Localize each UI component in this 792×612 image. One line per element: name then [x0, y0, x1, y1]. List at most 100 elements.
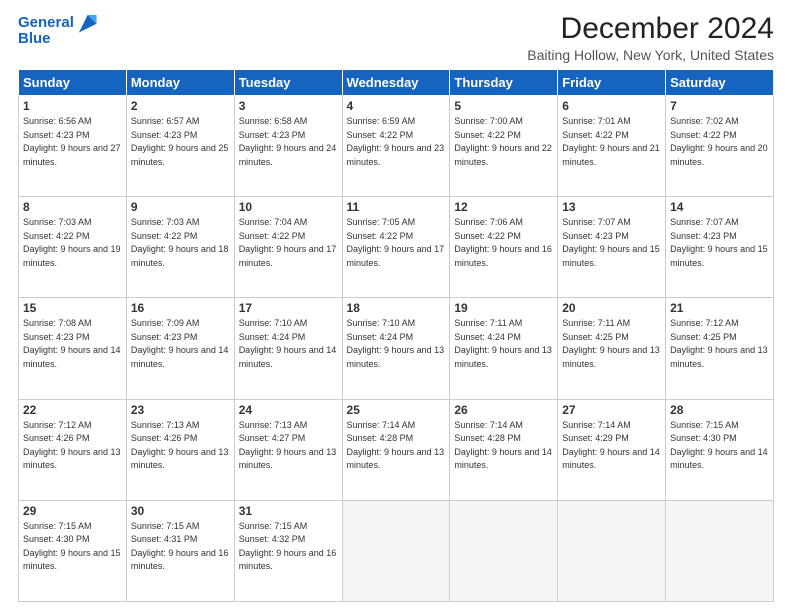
col-header-monday: Monday: [126, 70, 234, 96]
calendar-cell: 15 Sunrise: 7:08 AMSunset: 4:23 PMDayligh…: [19, 298, 127, 399]
day-info: Sunrise: 7:12 AMSunset: 4:25 PMDaylight:…: [670, 317, 769, 371]
day-info: Sunrise: 7:07 AMSunset: 4:23 PMDaylight:…: [670, 216, 769, 270]
day-info: Sunrise: 7:14 AMSunset: 4:29 PMDaylight:…: [562, 419, 661, 473]
calendar-cell: 13 Sunrise: 7:07 AMSunset: 4:23 PMDayligh…: [558, 197, 666, 298]
calendar-cell: 14 Sunrise: 7:07 AMSunset: 4:23 PMDayligh…: [666, 197, 774, 298]
day-info: Sunrise: 7:02 AMSunset: 4:22 PMDaylight:…: [670, 115, 769, 169]
day-number: 28: [670, 403, 769, 417]
calendar-cell: 16 Sunrise: 7:09 AMSunset: 4:23 PMDayligh…: [126, 298, 234, 399]
col-header-saturday: Saturday: [666, 70, 774, 96]
day-info: Sunrise: 7:14 AMSunset: 4:28 PMDaylight:…: [454, 419, 553, 473]
day-info: Sunrise: 7:10 AMSunset: 4:24 PMDaylight:…: [239, 317, 338, 371]
day-number: 17: [239, 301, 338, 315]
day-info: Sunrise: 6:59 AMSunset: 4:22 PMDaylight:…: [347, 115, 446, 169]
day-info: Sunrise: 7:15 AMSunset: 4:32 PMDaylight:…: [239, 520, 338, 574]
header: General Blue December 2024 Baiting Hollo…: [18, 12, 774, 63]
calendar-cell: 7 Sunrise: 7:02 AMSunset: 4:22 PMDaylight…: [666, 96, 774, 197]
day-number: 18: [347, 301, 446, 315]
day-number: 9: [131, 200, 230, 214]
calendar-cell: 23 Sunrise: 7:13 AMSunset: 4:26 PMDayligh…: [126, 399, 234, 500]
day-number: 4: [347, 99, 446, 113]
calendar-cell: 1 Sunrise: 6:56 AMSunset: 4:23 PMDaylight…: [19, 96, 127, 197]
day-info: Sunrise: 7:08 AMSunset: 4:23 PMDaylight:…: [23, 317, 122, 371]
col-header-thursday: Thursday: [450, 70, 558, 96]
day-info: Sunrise: 7:07 AMSunset: 4:23 PMDaylight:…: [562, 216, 661, 270]
day-number: 16: [131, 301, 230, 315]
day-info: Sunrise: 7:03 AMSunset: 4:22 PMDaylight:…: [23, 216, 122, 270]
day-number: 13: [562, 200, 661, 214]
calendar-cell: 21 Sunrise: 7:12 AMSunset: 4:25 PMDayligh…: [666, 298, 774, 399]
calendar-cell: 27 Sunrise: 7:14 AMSunset: 4:29 PMDayligh…: [558, 399, 666, 500]
calendar-cell: 31 Sunrise: 7:15 AMSunset: 4:32 PMDayligh…: [234, 500, 342, 601]
day-info: Sunrise: 7:15 AMSunset: 4:31 PMDaylight:…: [131, 520, 230, 574]
day-info: Sunrise: 7:13 AMSunset: 4:26 PMDaylight:…: [131, 419, 230, 473]
calendar-cell: 30 Sunrise: 7:15 AMSunset: 4:31 PMDayligh…: [126, 500, 234, 601]
day-info: Sunrise: 6:58 AMSunset: 4:23 PMDaylight:…: [239, 115, 338, 169]
day-info: Sunrise: 7:15 AMSunset: 4:30 PMDaylight:…: [23, 520, 122, 574]
day-number: 7: [670, 99, 769, 113]
calendar-cell: 20Sunrise: 7:11 AMSunset: 4:25 PMDayligh…: [558, 298, 666, 399]
day-number: 15: [23, 301, 122, 315]
calendar-cell: 26Sunrise: 7:14 AMSunset: 4:28 PMDayligh…: [450, 399, 558, 500]
day-number: 19: [454, 301, 553, 315]
day-info: Sunrise: 7:12 AMSunset: 4:26 PMDaylight:…: [23, 419, 122, 473]
day-number: 30: [131, 504, 230, 518]
calendar-cell: 10Sunrise: 7:04 AMSunset: 4:22 PMDayligh…: [234, 197, 342, 298]
col-header-tuesday: Tuesday: [234, 70, 342, 96]
day-info: Sunrise: 7:04 AMSunset: 4:22 PMDaylight:…: [239, 216, 338, 270]
subtitle: Baiting Hollow, New York, United States: [527, 47, 774, 63]
day-number: 1: [23, 99, 122, 113]
day-info: Sunrise: 7:00 AMSunset: 4:22 PMDaylight:…: [454, 115, 553, 169]
calendar-cell: 18 Sunrise: 7:10 AMSunset: 4:24 PMDayligh…: [342, 298, 450, 399]
day-info: Sunrise: 7:06 AMSunset: 4:22 PMDaylight:…: [454, 216, 553, 270]
day-number: 5: [454, 99, 553, 113]
day-number: 24: [239, 403, 338, 417]
day-number: 22: [23, 403, 122, 417]
day-number: 21: [670, 301, 769, 315]
day-number: 8: [23, 200, 122, 214]
logo: General Blue: [18, 12, 98, 48]
day-info: Sunrise: 6:57 AMSunset: 4:23 PMDaylight:…: [131, 115, 230, 169]
day-info: Sunrise: 7:09 AMSunset: 4:23 PMDaylight:…: [131, 317, 230, 371]
col-header-sunday: Sunday: [19, 70, 127, 96]
calendar-cell: 11 Sunrise: 7:05 AMSunset: 4:22 PMDayligh…: [342, 197, 450, 298]
main-title: December 2024: [527, 12, 774, 45]
day-number: 25: [347, 403, 446, 417]
day-info: Sunrise: 7:15 AMSunset: 4:30 PMDaylight:…: [670, 419, 769, 473]
day-number: 2: [131, 99, 230, 113]
calendar-cell: 6Sunrise: 7:01 AMSunset: 4:22 PMDaylight…: [558, 96, 666, 197]
day-info: Sunrise: 7:05 AMSunset: 4:22 PMDaylight:…: [347, 216, 446, 270]
day-info: Sunrise: 7:13 AMSunset: 4:27 PMDaylight:…: [239, 419, 338, 473]
calendar-cell: 9 Sunrise: 7:03 AMSunset: 4:22 PMDaylight…: [126, 197, 234, 298]
day-info: Sunrise: 7:11 AMSunset: 4:25 PMDaylight:…: [562, 317, 661, 371]
title-block: December 2024 Baiting Hollow, New York, …: [527, 12, 774, 63]
day-info: Sunrise: 6:56 AMSunset: 4:23 PMDaylight:…: [23, 115, 122, 169]
calendar-cell: 17 Sunrise: 7:10 AMSunset: 4:24 PMDayligh…: [234, 298, 342, 399]
calendar-cell: 22 Sunrise: 7:12 AMSunset: 4:26 PMDayligh…: [19, 399, 127, 500]
calendar-cell: 5 Sunrise: 7:00 AMSunset: 4:22 PMDaylight…: [450, 96, 558, 197]
calendar-cell: 28 Sunrise: 7:15 AMSunset: 4:30 PMDayligh…: [666, 399, 774, 500]
day-number: 12: [454, 200, 553, 214]
calendar-cell: 12 Sunrise: 7:06 AMSunset: 4:22 PMDayligh…: [450, 197, 558, 298]
calendar-cell: [666, 500, 774, 601]
day-info: Sunrise: 7:11 AMSunset: 4:24 PMDaylight:…: [454, 317, 553, 371]
calendar-cell: 29 Sunrise: 7:15 AMSunset: 4:30 PMDayligh…: [19, 500, 127, 601]
day-info: Sunrise: 7:10 AMSunset: 4:24 PMDaylight:…: [347, 317, 446, 371]
calendar-cell: [450, 500, 558, 601]
day-number: 29: [23, 504, 122, 518]
calendar-cell: 25 Sunrise: 7:14 AMSunset: 4:28 PMDayligh…: [342, 399, 450, 500]
day-number: 31: [239, 504, 338, 518]
calendar-cell: 2 Sunrise: 6:57 AMSunset: 4:23 PMDaylight…: [126, 96, 234, 197]
day-info: Sunrise: 7:14 AMSunset: 4:28 PMDaylight:…: [347, 419, 446, 473]
calendar-cell: 24 Sunrise: 7:13 AMSunset: 4:27 PMDayligh…: [234, 399, 342, 500]
calendar-cell: 19 Sunrise: 7:11 AMSunset: 4:24 PMDayligh…: [450, 298, 558, 399]
day-number: 23: [131, 403, 230, 417]
calendar-cell: 3Sunrise: 6:58 AMSunset: 4:23 PMDaylight…: [234, 96, 342, 197]
day-info: Sunrise: 7:03 AMSunset: 4:22 PMDaylight:…: [131, 216, 230, 270]
day-number: 14: [670, 200, 769, 214]
day-info: Sunrise: 7:01 AMSunset: 4:22 PMDaylight:…: [562, 115, 661, 169]
calendar-table: SundayMondayTuesdayWednesdayThursdayFrid…: [18, 69, 774, 602]
logo-icon: [76, 12, 98, 34]
day-number: 11: [347, 200, 446, 214]
day-number: 27: [562, 403, 661, 417]
